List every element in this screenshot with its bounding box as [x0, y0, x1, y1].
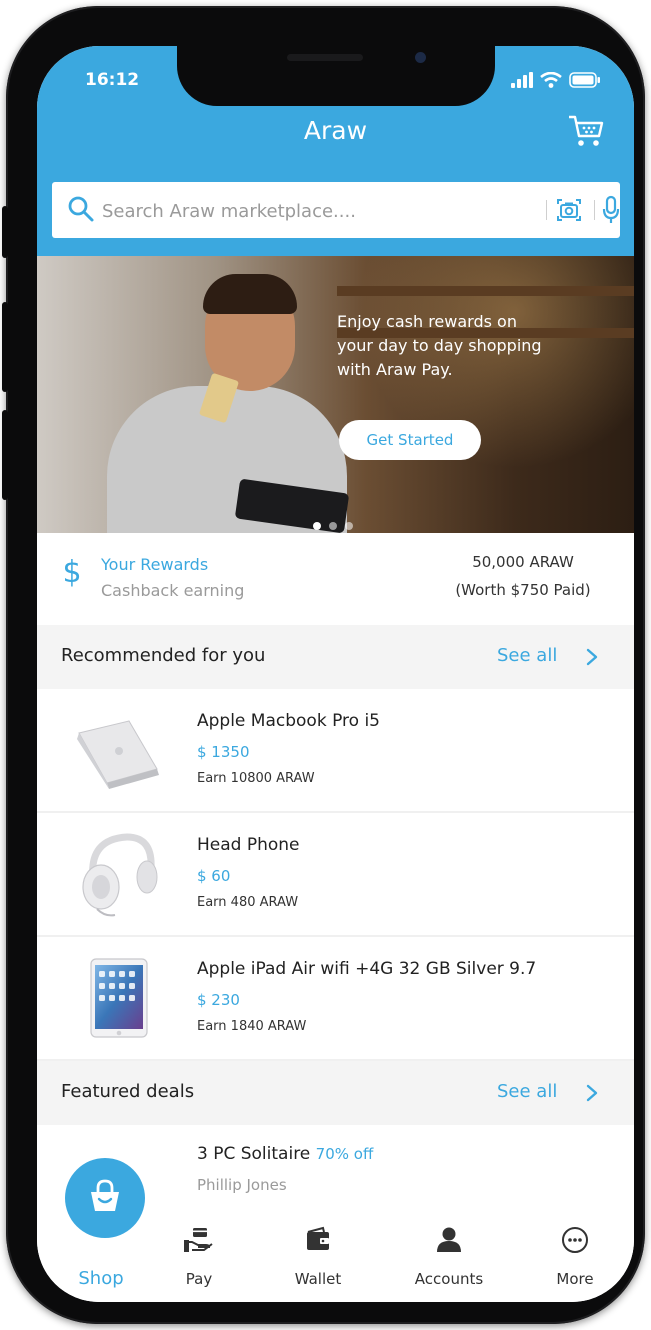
microphone-icon[interactable]: [602, 195, 620, 225]
get-started-button[interactable]: Get Started: [339, 420, 481, 460]
rewards-title[interactable]: Your Rewards: [101, 555, 208, 574]
banner-line: with Araw Pay.: [337, 360, 453, 379]
person-icon: [437, 1227, 461, 1252]
tab-more[interactable]: More: [520, 1226, 630, 1288]
banner-line: your day to day shopping: [337, 336, 542, 355]
section-title: Recommended for you: [61, 645, 266, 666]
product-price: $ 60: [197, 867, 231, 885]
product-price: $ 230: [197, 991, 240, 1009]
product-item[interactable]: Apple iPad Air wifi +4G 32 GB Silver 9.7…: [37, 937, 634, 1061]
search-bar[interactable]: [52, 182, 620, 240]
tab-pay[interactable]: Pay: [144, 1226, 254, 1288]
search-divider: [546, 200, 547, 220]
app-screen: 16:12 Araw Search Araw marketplace.... E…: [37, 46, 634, 1302]
volume-up-button: [2, 302, 8, 392]
tab-label: More: [556, 1270, 594, 1288]
banner-background: [337, 256, 634, 533]
tab-wallet[interactable]: Wallet: [263, 1226, 373, 1288]
rewards-subtitle: Cashback earning: [101, 581, 245, 600]
deal-discount: 70% off: [315, 1145, 374, 1163]
front-camera: [415, 52, 426, 63]
tab-label: Pay: [185, 1270, 213, 1288]
carousel-dot[interactable]: [329, 522, 337, 530]
see-all-link[interactable]: See all: [497, 645, 557, 666]
cart-icon[interactable]: [567, 112, 605, 150]
banner-photo: [203, 274, 297, 314]
product-name[interactable]: Head Phone: [197, 835, 300, 855]
notch: [177, 46, 495, 106]
chevron-right-icon[interactable]: [585, 1083, 599, 1103]
product-earn: Earn 10800 ARAW: [197, 771, 315, 786]
tab-label[interactable]: Shop: [61, 1268, 141, 1289]
product-earn: Earn 480 ARAW: [197, 895, 299, 910]
banner-line: Enjoy cash rewards on: [337, 312, 517, 331]
battery-icon: [569, 72, 600, 88]
tab-label: Accounts: [414, 1270, 484, 1288]
tab-shop[interactable]: [65, 1158, 145, 1238]
banner-background: [337, 286, 634, 296]
shopping-bag-icon: [91, 1179, 119, 1211]
see-all-link[interactable]: See all: [497, 1081, 557, 1102]
more-icon: [562, 1227, 588, 1253]
speaker: [287, 54, 363, 61]
status-icons: [511, 70, 601, 90]
volume-down-button: [2, 410, 8, 500]
dollar-icon: $: [62, 555, 82, 590]
carousel-dot[interactable]: [345, 522, 353, 530]
status-time: 16:12: [85, 70, 140, 90]
app-title: Araw: [303, 116, 368, 145]
wallet-icon: [307, 1226, 329, 1250]
pay-icon: [184, 1228, 213, 1252]
featured-header: Featured deals See all: [37, 1061, 634, 1125]
laptop-icon: [77, 720, 159, 789]
product-item[interactable]: Apple Macbook Pro i5 $ 1350 Earn 10800 A…: [37, 689, 634, 813]
tablet-icon: [90, 958, 148, 1038]
mute-switch: [2, 206, 8, 258]
wifi-icon: [540, 72, 562, 88]
phone-frame: 16:12 Araw Search Araw marketplace.... E…: [2, 6, 645, 1324]
camera-icon[interactable]: [554, 196, 584, 224]
search-divider: [594, 200, 595, 220]
section-title: Featured deals: [61, 1081, 195, 1102]
rewards-amount: 50,000 ARAW: [472, 553, 574, 571]
search-icon: [68, 196, 94, 222]
tab-accounts[interactable]: Accounts: [394, 1226, 504, 1288]
chevron-right-icon[interactable]: [585, 647, 599, 667]
rewards-worth: (Worth $750 Paid): [455, 581, 591, 599]
carousel-dot[interactable]: [313, 522, 321, 530]
search-input[interactable]: [100, 182, 524, 240]
banner-text: Enjoy cash rewards on your day to day sh…: [337, 310, 597, 382]
recommended-header: Recommended for you See all: [37, 625, 634, 689]
product-price: $ 1350: [197, 743, 250, 761]
carousel-dots[interactable]: [313, 522, 353, 530]
deal-title[interactable]: 3 PC Solitaire 70% off: [197, 1144, 373, 1164]
product-earn: Earn 1840 ARAW: [197, 1019, 307, 1034]
deal-seller: Phillip Jones: [197, 1176, 287, 1194]
signal-icon: [511, 72, 533, 88]
promo-banner[interactable]: Enjoy cash rewards on your day to day sh…: [37, 256, 634, 533]
tab-label: Wallet: [294, 1270, 342, 1288]
product-item[interactable]: Head Phone $ 60 Earn 480 ARAW: [37, 813, 634, 937]
deal-name: 3 PC Solitaire: [197, 1144, 311, 1164]
rewards-summary[interactable]: $ Your Rewards Cashback earning 50,000 A…: [37, 533, 634, 625]
product-name[interactable]: Apple iPad Air wifi +4G 32 GB Silver 9.7: [197, 959, 536, 979]
product-name[interactable]: Apple Macbook Pro i5: [197, 711, 380, 731]
headphones-icon: [82, 833, 158, 917]
